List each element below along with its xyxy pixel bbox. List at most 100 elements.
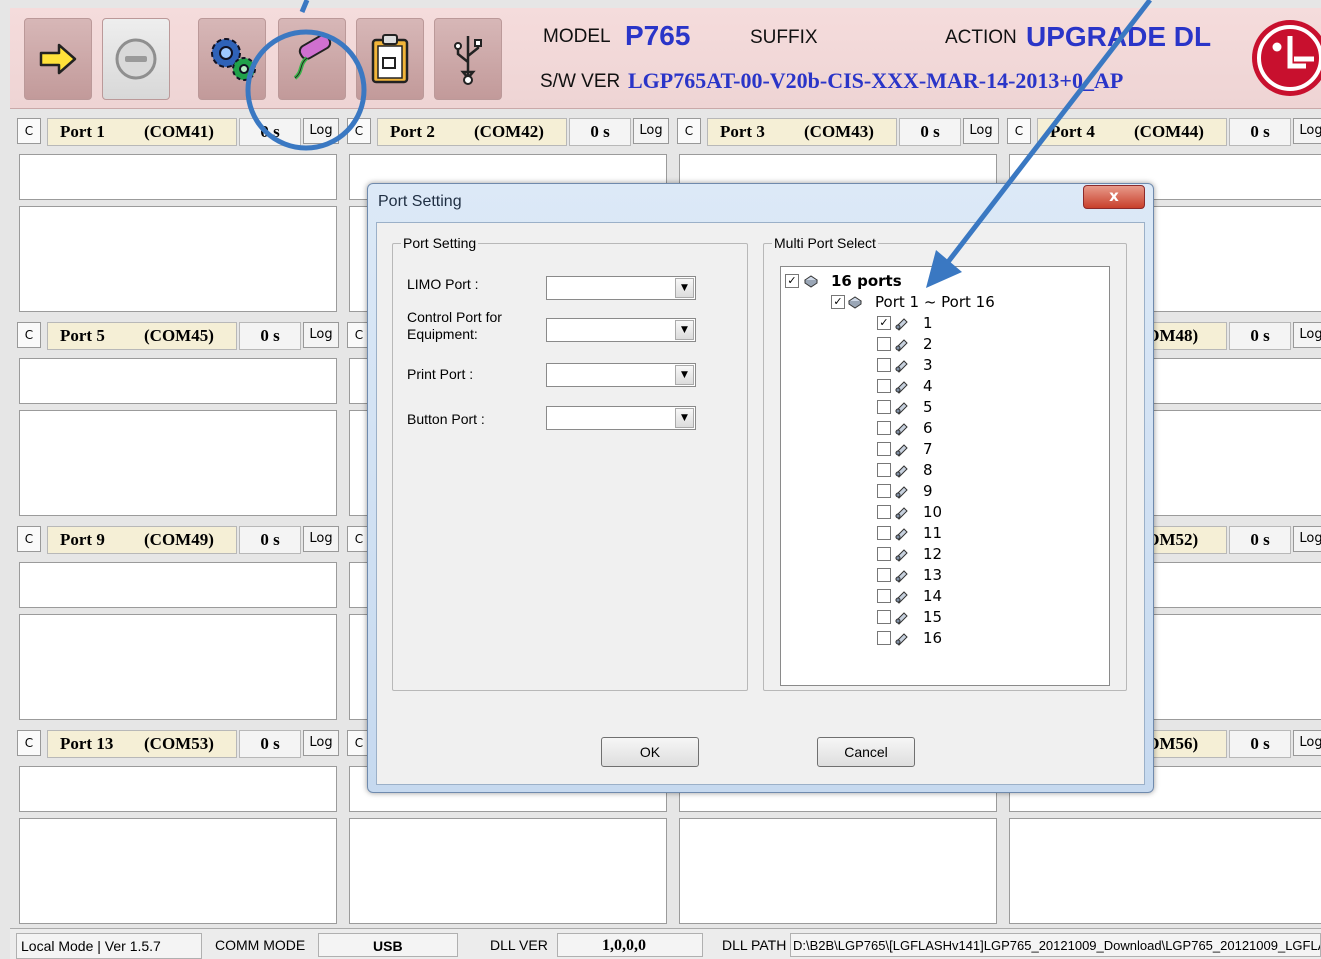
port-item-label: 7 [923,440,933,458]
multi-port-group: Multi Port Select ✓ 16 ports ✓ Port 1 ~ … [763,235,1127,691]
port-checkbox[interactable] [877,589,891,603]
port-icon [895,465,908,478]
settings-button[interactable] [198,18,266,100]
gear-icon [211,38,256,81]
port-checkbox[interactable] [877,484,891,498]
dll-path-label: DLL PATH [722,937,787,953]
stop-button[interactable] [102,18,170,100]
port-panel: C Port 5 (COM45) 0 s Log [13,320,343,524]
usb-button[interactable] [434,18,502,100]
chevron-down-icon: ▼ [675,408,694,428]
port-icon [895,549,908,562]
port-checkbox[interactable] [877,526,891,540]
port-log-box [19,410,337,516]
port-checkbox[interactable] [877,547,891,561]
port-item-label: 3 [923,356,933,374]
port-time: 0 s [1229,118,1291,146]
port-clear-button[interactable]: C [677,118,701,144]
port-icon [895,318,908,331]
port-checkbox[interactable] [877,463,891,477]
port-item-label: 14 [923,587,943,605]
port-log-button[interactable]: Log [303,322,339,348]
port-log-button[interactable]: Log [303,118,339,144]
port-item-label: 6 [923,419,933,437]
cancel-button[interactable]: Cancel [817,737,915,767]
port-name: Port 13 [60,734,114,753]
port-com: (COM45) [144,326,214,345]
clipboard-button[interactable] [356,18,424,100]
sw-ver-label: S/W VER [540,71,621,92]
ok-button[interactable]: OK [601,737,699,767]
port-icon [895,423,908,436]
port-setting-button[interactable] [278,18,346,100]
sw-ver-value: LGP765AT-00-V20b-CIS-XXX-MAR-14-2013+0_A… [628,68,1124,93]
port-checkbox[interactable] [877,568,891,582]
port-checkbox[interactable] [877,631,891,645]
dll-path-value: D:\B2B\LGP765\[LGFLASHv141]LGP765_201210… [790,933,1321,957]
port-com: (COM49) [144,530,214,549]
port-status-box [19,358,337,404]
port-checkbox[interactable] [877,379,891,393]
port-clear-button[interactable]: C [17,526,41,552]
port-checkbox[interactable]: ✓ [877,316,891,330]
port-clear-button[interactable]: C [17,730,41,756]
port-checkbox[interactable] [877,358,891,372]
port-time: 0 s [1229,322,1291,350]
port-checkbox[interactable] [877,442,891,456]
device-icon [848,296,862,309]
port-item-label: 5 [923,398,933,416]
port-log-button[interactable]: Log [303,730,339,756]
stop-icon [115,38,157,80]
start-button[interactable] [24,18,92,100]
port-icon [895,402,908,415]
port-name-box: Port 2 (COM42) [377,118,567,146]
port-clear-button[interactable]: C [17,322,41,348]
root-checkbox[interactable]: ✓ [785,274,799,288]
close-icon: x [1109,187,1119,205]
port-header: C Port 9 (COM49) 0 s Log [13,524,343,554]
port-status-box [19,154,337,200]
port-panel: C Port 1 (COM41) 0 s Log [13,116,343,320]
port-log-button[interactable]: Log [1293,730,1321,756]
port-log-button[interactable]: Log [303,526,339,552]
port-checkbox[interactable] [877,421,891,435]
chevron-down-icon: ▼ [675,278,694,298]
port-header: C Port 4 (COM44) 0 s Log [1003,116,1321,146]
print-port-label: Print Port : [407,366,474,382]
port-tree[interactable]: ✓ 16 ports ✓ Port 1 ~ Port 16 ✓ 1 2 3 4 5 6 7 8 9… [780,266,1110,686]
port-log-button[interactable]: Log [963,118,999,144]
limo-port-select[interactable]: ▼ [546,276,696,300]
port-checkbox[interactable] [877,337,891,351]
model-label: MODEL [543,26,611,47]
port-name-box: Port 5 (COM45) [47,322,237,350]
port-time: 0 s [1229,526,1291,554]
port-item-label: 4 [923,377,933,395]
dialog-title: Port Setting [378,193,462,210]
port-clear-button[interactable]: C [17,118,41,144]
dll-ver-label: DLL VER [490,937,548,953]
port-log-button[interactable]: Log [1293,322,1321,348]
port-log-button[interactable]: Log [1293,526,1321,552]
port-clear-button[interactable]: C [1007,118,1031,144]
print-port-select[interactable]: ▼ [546,363,696,387]
button-port-select[interactable]: ▼ [546,406,696,430]
port-checkbox[interactable] [877,610,891,624]
port-item-label: 12 [923,545,943,563]
port-panel: C Port 13 (COM53) 0 s Log [13,728,343,932]
port-log-button[interactable]: Log [633,118,669,144]
port-time: 0 s [239,322,301,350]
port-header: C Port 2 (COM42) 0 s Log [343,116,673,146]
range-checkbox[interactable]: ✓ [831,295,845,309]
port-log-box [19,818,337,924]
port-clear-button[interactable]: C [347,118,371,144]
comm-mode-label: COMM MODE [215,937,306,953]
port-checkbox[interactable] [877,505,891,519]
port-setting-group: Port Setting LIMO Port : ▼ Control Port … [392,235,748,691]
port-icon [895,360,908,373]
control-port-select[interactable]: ▼ [546,318,696,342]
port-item-label: 15 [923,608,943,626]
port-log-button[interactable]: Log [1293,118,1321,144]
port-checkbox[interactable] [877,400,891,414]
usb-icon [454,36,482,85]
close-button[interactable]: x [1083,185,1145,209]
